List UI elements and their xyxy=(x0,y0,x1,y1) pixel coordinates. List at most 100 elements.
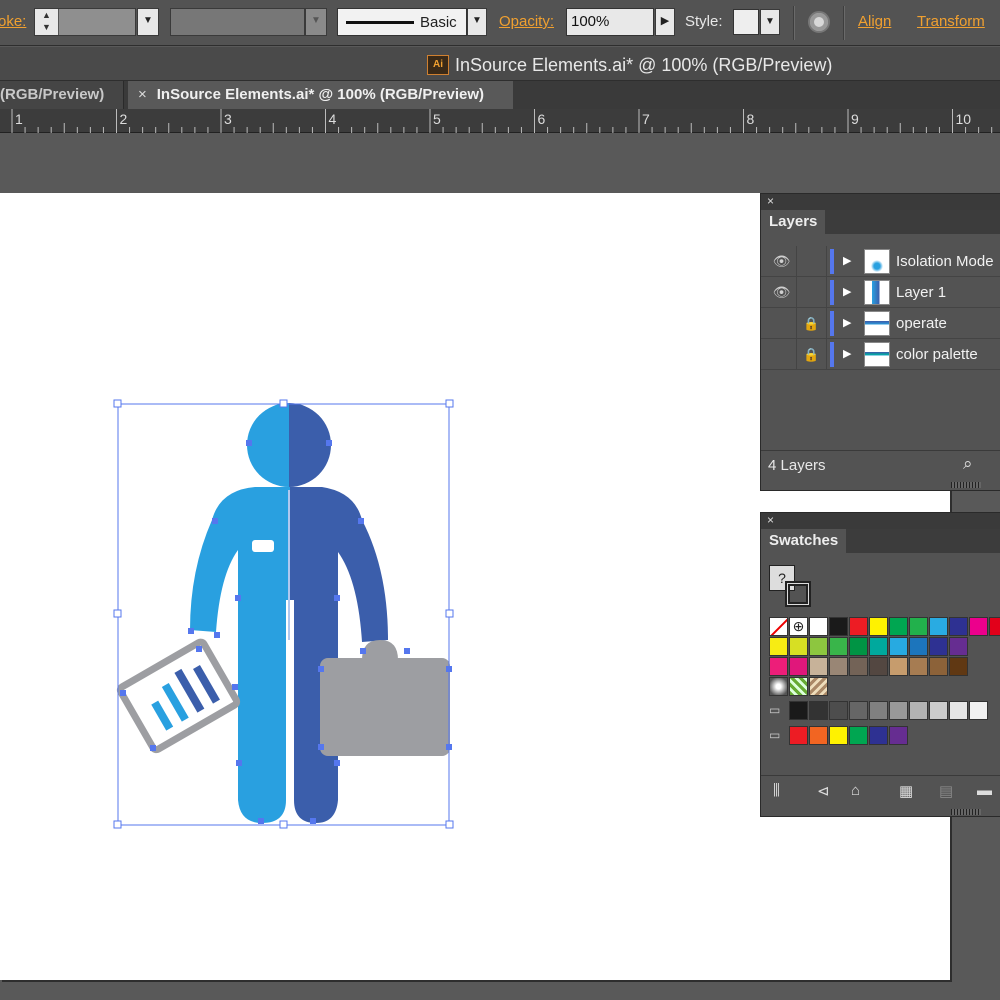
color-swatch[interactable] xyxy=(869,617,888,636)
visibility-eye-icon[interactable]: 👁 xyxy=(767,277,797,308)
color-swatch[interactable] xyxy=(869,726,888,745)
visibility-toggle[interactable] xyxy=(767,308,797,339)
color-swatch[interactable] xyxy=(889,701,908,720)
color-swatch[interactable] xyxy=(809,701,828,720)
color-swatch[interactable] xyxy=(809,637,828,656)
layer-row[interactable]: 🔒 ▶ operate xyxy=(761,308,1000,339)
color-swatch[interactable] xyxy=(909,617,928,636)
color-swatch[interactable] xyxy=(829,726,848,745)
color-swatch[interactable] xyxy=(869,637,888,656)
visibility-toggle[interactable] xyxy=(767,339,797,370)
color-swatch[interactable] xyxy=(849,657,868,676)
expand-triangle-icon[interactable]: ▶ xyxy=(843,277,851,308)
color-swatch[interactable] xyxy=(909,701,928,720)
align-link[interactable]: Align xyxy=(858,13,891,30)
color-swatch[interactable] xyxy=(789,637,808,656)
color-swatch[interactable] xyxy=(849,726,868,745)
color-swatch[interactable] xyxy=(849,637,868,656)
visibility-eye-icon[interactable]: 👁 xyxy=(767,246,797,277)
close-panel-icon[interactable]: × xyxy=(767,513,774,528)
panel-header[interactable]: × xyxy=(761,194,1000,210)
color-swatch[interactable] xyxy=(869,657,888,676)
stroke-dropdown-button[interactable]: ▼ xyxy=(137,8,159,36)
layer-name[interactable]: operate xyxy=(896,308,947,339)
close-panel-icon[interactable]: × xyxy=(767,194,774,209)
lock-icon[interactable]: 🔒 xyxy=(797,339,827,370)
color-swatch[interactable] xyxy=(949,617,968,636)
stroke-stepper-icon[interactable]: ▲ ▼ xyxy=(35,9,59,35)
layer-name[interactable]: Layer 1 xyxy=(896,277,946,308)
color-swatch[interactable] xyxy=(909,657,928,676)
color-swatch[interactable] xyxy=(969,617,988,636)
pattern-swatch[interactable] xyxy=(809,677,828,696)
color-swatch[interactable] xyxy=(809,657,828,676)
opacity-label[interactable]: Opacity: xyxy=(499,13,554,30)
color-swatch[interactable] xyxy=(789,726,808,745)
color-swatch[interactable] xyxy=(949,701,968,720)
color-swatch[interactable] xyxy=(949,657,968,676)
chart-clipboard[interactable] xyxy=(116,638,241,754)
expand-triangle-icon[interactable]: ▶ xyxy=(843,308,851,339)
color-swatch[interactable] xyxy=(949,637,968,656)
color-swatch[interactable] xyxy=(889,637,908,656)
resize-grip-icon[interactable] xyxy=(951,809,981,815)
search-icon[interactable]: ⌕ xyxy=(963,454,973,474)
color-swatch[interactable] xyxy=(829,637,848,656)
color-swatch[interactable] xyxy=(889,726,908,745)
expand-triangle-icon[interactable]: ▶ xyxy=(843,339,851,370)
swatch-options-icon[interactable]: ⌂ xyxy=(851,782,860,799)
new-swatch-icon[interactable]: ▤ xyxy=(939,782,953,800)
color-swatch[interactable] xyxy=(969,701,988,720)
panel-header[interactable]: × xyxy=(761,513,1000,529)
transform-link[interactable]: Transform xyxy=(917,13,985,30)
opacity-slider-button[interactable]: ▶ xyxy=(655,8,675,36)
opacity-field[interactable]: 100% xyxy=(566,8,654,36)
swatch-libraries-menu-icon[interactable]: ⫼ xyxy=(773,782,780,799)
color-swatch[interactable] xyxy=(929,617,948,636)
color-swatch[interactable] xyxy=(929,701,948,720)
color-swatch[interactable] xyxy=(849,701,868,720)
lock-toggle[interactable] xyxy=(797,277,827,308)
color-swatch[interactable] xyxy=(769,637,788,656)
new-color-group-icon[interactable]: ▦ xyxy=(899,782,913,800)
expand-triangle-icon[interactable]: ▶ xyxy=(843,246,851,277)
businessman-figure[interactable] xyxy=(190,403,388,823)
brush-dropdown-button[interactable]: ▼ xyxy=(467,8,487,36)
tab-previous-document[interactable]: (RGB/Preview) xyxy=(0,81,124,109)
color-swatch[interactable] xyxy=(829,657,848,676)
color-swatch[interactable] xyxy=(829,701,848,720)
layer-name[interactable]: Isolation Mode xyxy=(896,246,994,277)
fill-stroke-indicator-icon[interactable]: ? xyxy=(769,565,813,611)
color-swatch[interactable] xyxy=(789,701,808,720)
briefcase[interactable] xyxy=(320,640,450,756)
show-swatch-kinds-icon[interactable]: ⊲ xyxy=(817,782,830,800)
registration-swatch-icon[interactable]: ⊕ xyxy=(789,617,808,636)
folder-icon[interactable]: ▭ xyxy=(769,728,787,742)
stroke-weight-field[interactable]: ▲ ▼ xyxy=(34,8,136,36)
color-swatch[interactable] xyxy=(809,726,828,745)
color-swatch[interactable] xyxy=(769,657,788,676)
tab-insource-elements[interactable]: × InSource Elements.ai* @ 100% (RGB/Previ… xyxy=(128,81,513,109)
layer-row[interactable]: 👁 ▶ Layer 1 xyxy=(761,277,1000,308)
horizontal-ruler[interactable]: 1 2 3 4 5 6 7 8 9 10 xyxy=(0,109,1000,133)
color-swatch[interactable] xyxy=(929,637,948,656)
lock-toggle[interactable] xyxy=(797,246,827,277)
color-swatch[interactable] xyxy=(789,657,808,676)
recolor-artwork-icon[interactable] xyxy=(808,11,830,33)
color-swatch[interactable] xyxy=(829,617,848,636)
resize-grip-icon[interactable] xyxy=(951,482,981,488)
color-swatch[interactable] xyxy=(989,617,1000,636)
variable-width-dropdown-button[interactable]: ▼ xyxy=(305,8,327,36)
color-swatch[interactable] xyxy=(889,617,908,636)
color-swatch[interactable] xyxy=(849,617,868,636)
new-folder-icon[interactable]: ▬ xyxy=(977,782,992,799)
style-dropdown-button[interactable]: ▼ xyxy=(760,9,780,35)
gradient-swatch[interactable] xyxy=(769,677,788,696)
variable-width-field[interactable] xyxy=(170,8,305,36)
stroke-label[interactable]: oke: xyxy=(0,13,26,30)
color-swatch[interactable] xyxy=(909,637,928,656)
pattern-swatch[interactable] xyxy=(789,677,808,696)
color-swatch[interactable] xyxy=(809,617,828,636)
close-tab-icon[interactable]: × xyxy=(138,86,147,103)
tab-swatches[interactable]: Swatches xyxy=(761,529,847,553)
